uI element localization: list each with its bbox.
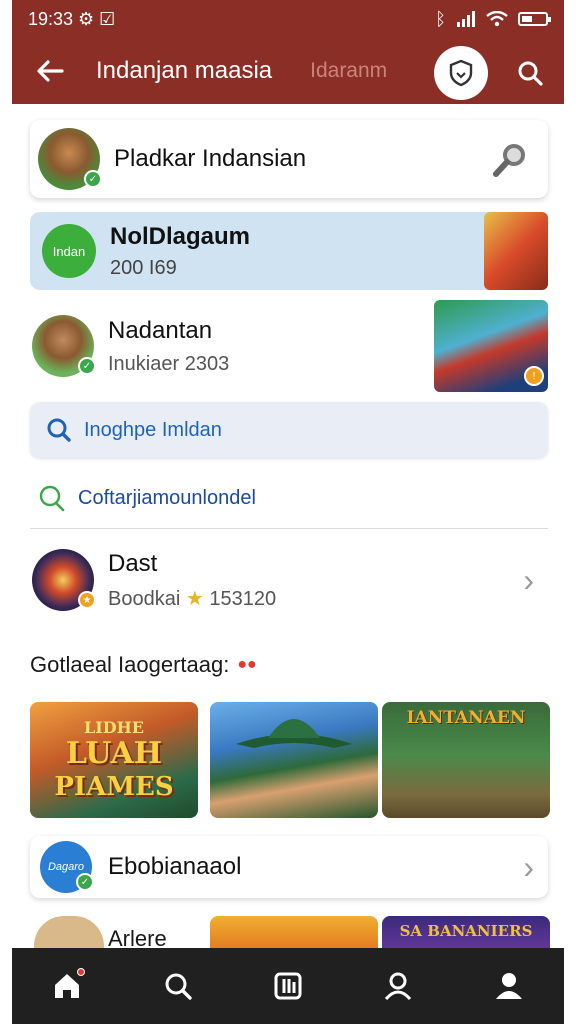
- tile-1-title-top: LIDHE: [84, 718, 144, 737]
- star-icon: ★: [185, 587, 204, 610]
- profile-title: Pladkar Indansian: [114, 145, 307, 172]
- shield-button[interactable]: [434, 46, 488, 100]
- bluetooth-icon: ᛒ: [435, 8, 446, 29]
- dast-count: 153120: [209, 587, 277, 610]
- highlight-title: NolDlagaum: [110, 222, 251, 250]
- filter-row[interactable]: Coftarjiamounlondel: [38, 478, 256, 518]
- divider: [30, 528, 548, 529]
- search-icon: [39, 485, 65, 512]
- app-subtitle: Idaranm: [310, 59, 388, 82]
- game-tile-2[interactable]: [210, 702, 378, 818]
- magnifier-icon[interactable]: [490, 140, 530, 180]
- shield-icon: [449, 59, 473, 87]
- user-text: Nadantan Inukiaer 2303: [108, 317, 229, 376]
- section-dots: ●●: [237, 656, 257, 673]
- app-title: Indanjan maasia: [96, 57, 273, 84]
- avatar: ✓: [38, 128, 102, 190]
- user-card[interactable]: ✓ Nadantan Inukiaer 2303 !: [30, 300, 548, 392]
- search-icon: [47, 418, 71, 442]
- person-outline-icon: [385, 972, 412, 1001]
- wifi-icon: [486, 11, 508, 27]
- highlight-text: NolDlagaum 200 I69: [110, 223, 250, 280]
- back-button[interactable]: [26, 47, 74, 95]
- home-icon: [55, 974, 80, 998]
- avatar: ★: [32, 549, 96, 611]
- nav-home[interactable]: [37, 956, 97, 1016]
- dast-subtitle: Boodkai ★ 153120: [108, 586, 276, 611]
- game-tile-3[interactable]: IANTANAEN: [382, 702, 550, 818]
- section-title: Gotlaeal Iaogertaag:: [30, 652, 230, 677]
- app-bar: Indanjan maasia Idaranm: [12, 38, 564, 104]
- bottom-nav: [12, 948, 564, 1024]
- verified-icon: ✓: [78, 357, 96, 375]
- tile-3-title: IANTANAEN: [406, 708, 526, 728]
- highlight-subtitle: 200 I69: [110, 256, 177, 279]
- game-tile-1[interactable]: LIDHE LUAH PIAMES: [30, 702, 198, 818]
- app-logo: Indan: [42, 224, 96, 278]
- profile-icon: [495, 973, 522, 999]
- search-icon: [165, 973, 192, 1000]
- level-icon: ★: [78, 591, 96, 609]
- list-card[interactable]: Dagaro ✓ Ebobianaaol ›: [30, 836, 548, 898]
- search-placeholder: Inoghpe Imldan: [84, 418, 222, 441]
- hat-icon: [236, 719, 352, 748]
- coin-icon: !: [524, 366, 544, 386]
- app-screen: 19:33 ⚙ ☑ ᛒ Indanjan maasia Idaranm ✓ Pl…: [12, 0, 564, 1024]
- status-bar: 19:33 ⚙ ☑ ᛒ: [12, 0, 564, 38]
- tile-1-title-bottom: PIAMES: [54, 772, 174, 802]
- chevron-right-icon[interactable]: ›: [523, 562, 534, 599]
- dast-card[interactable]: ★ Dast Boodkai ★ 153120 ›: [30, 540, 548, 620]
- search-icon: [518, 61, 543, 86]
- nav-person[interactable]: [368, 956, 428, 1016]
- status-icons: ᛒ: [435, 8, 551, 30]
- arrow-left-icon: [37, 60, 64, 82]
- search-field[interactable]: Inoghpe Imldan: [30, 402, 548, 458]
- chevron-right-icon[interactable]: ›: [523, 849, 534, 886]
- library-icon: [274, 972, 302, 1000]
- user-subtitle: Inukiaer 2303: [108, 352, 230, 375]
- app-logo-text: Indan: [52, 243, 86, 259]
- verified-icon: ✓: [84, 170, 102, 188]
- hero-artwork: !: [434, 300, 548, 392]
- filter-label: Coftarjiamounlondel: [78, 486, 256, 509]
- nav-library[interactable]: [258, 956, 318, 1016]
- nav-search[interactable]: [148, 956, 208, 1016]
- profile-card[interactable]: ✓ Pladkar Indansian: [30, 120, 548, 198]
- dast-text: Dast Boodkai ★ 153120: [108, 550, 276, 611]
- section-header: Gotlaeal Iaogertaag: ●●: [30, 652, 257, 678]
- battery-icon: [518, 12, 551, 26]
- tile-1-title-mid: LUAH: [65, 736, 163, 771]
- tile-5-title: SA BANANIERS: [399, 922, 533, 940]
- avatar: Dagaro ✓: [40, 841, 94, 893]
- search-button[interactable]: [510, 53, 550, 93]
- character-thumbnail: [484, 212, 548, 290]
- dast-subtitle-label: Boodkai: [108, 587, 181, 610]
- avatar: ✓: [32, 315, 96, 377]
- list-card-title: Ebobianaaol: [108, 853, 242, 880]
- notification-dot: [77, 968, 86, 976]
- dast-title: Dast: [108, 549, 158, 577]
- signal-icon: [457, 11, 475, 27]
- nav-profile[interactable]: [479, 956, 539, 1016]
- avatar-text: Dagaro: [47, 861, 85, 873]
- highlight-card[interactable]: Indan NolDlagaum 200 I69: [30, 212, 548, 290]
- verified-icon: ✓: [76, 873, 94, 891]
- user-title: Nadantan: [108, 316, 213, 344]
- status-time: 19:33 ⚙ ☑: [28, 8, 116, 29]
